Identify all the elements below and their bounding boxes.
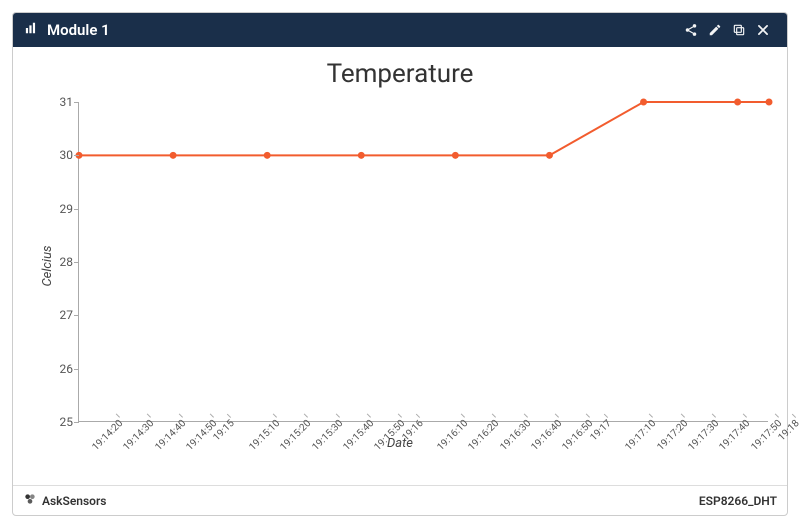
- panel-title-group: Module 1: [25, 21, 110, 39]
- data-point[interactable]: [264, 152, 271, 159]
- data-point[interactable]: [546, 152, 553, 159]
- data-point[interactable]: [358, 152, 365, 159]
- y-tick: 29: [41, 202, 73, 216]
- x-tick: 19:14:40: [153, 418, 188, 453]
- x-tick: 19:16:30: [498, 418, 533, 453]
- line-series: [79, 102, 769, 422]
- y-tick: 30: [41, 148, 73, 162]
- y-tick: 26: [41, 362, 73, 376]
- copy-button[interactable]: [727, 18, 751, 42]
- edit-button[interactable]: [703, 18, 727, 42]
- plot-region: 2526272829303119:14:2019:14:3019:14:4019…: [78, 102, 768, 422]
- x-tick: 19:14:20: [90, 418, 125, 453]
- brand-name: AskSensors: [42, 494, 106, 508]
- share-button[interactable]: [679, 18, 703, 42]
- panel-title: Module 1: [47, 21, 110, 39]
- panel-header: Module 1: [13, 13, 787, 47]
- y-tick: 28: [41, 255, 73, 269]
- module-panel: Module 1 Temperature Celcius 25262728293…: [12, 12, 788, 516]
- series-line: [79, 102, 769, 155]
- close-button[interactable]: [751, 18, 775, 42]
- data-point[interactable]: [452, 152, 459, 159]
- x-tick: 19:15:10: [247, 418, 282, 453]
- x-tick: 19:16:20: [467, 418, 502, 453]
- x-tick: 19:17:40: [718, 418, 753, 453]
- chart-area: Temperature Celcius 2526272829303119:14:…: [13, 47, 787, 485]
- brand-group: AskSensors: [23, 492, 106, 509]
- panel-footer: AskSensors ESP8266_DHT: [13, 485, 787, 515]
- x-tick: 19:17:20: [655, 418, 690, 453]
- x-tick: 19:14:30: [122, 418, 157, 453]
- x-tick: 19:15:40: [341, 418, 376, 453]
- x-axis-label: Date: [387, 436, 413, 451]
- data-point[interactable]: [170, 152, 177, 159]
- data-point[interactable]: [640, 99, 647, 106]
- device-name: ESP8266_DHT: [699, 494, 777, 508]
- y-tick: 31: [41, 95, 73, 109]
- x-tick: 19:16:10: [435, 418, 470, 453]
- data-point[interactable]: [766, 99, 773, 106]
- chart-icon: [25, 21, 39, 39]
- brand-logo-icon: [23, 492, 37, 509]
- x-tick: 19:17:10: [623, 418, 658, 453]
- x-tick: 19:16:40: [529, 418, 564, 453]
- y-tick: 25: [41, 415, 73, 429]
- x-tick: 19:17:30: [686, 418, 721, 453]
- x-tick: 19:15:20: [278, 418, 313, 453]
- y-tick: 27: [41, 308, 73, 322]
- x-tick: 19:15:30: [310, 418, 345, 453]
- data-point[interactable]: [734, 99, 741, 106]
- chart-title: Temperature: [13, 59, 787, 89]
